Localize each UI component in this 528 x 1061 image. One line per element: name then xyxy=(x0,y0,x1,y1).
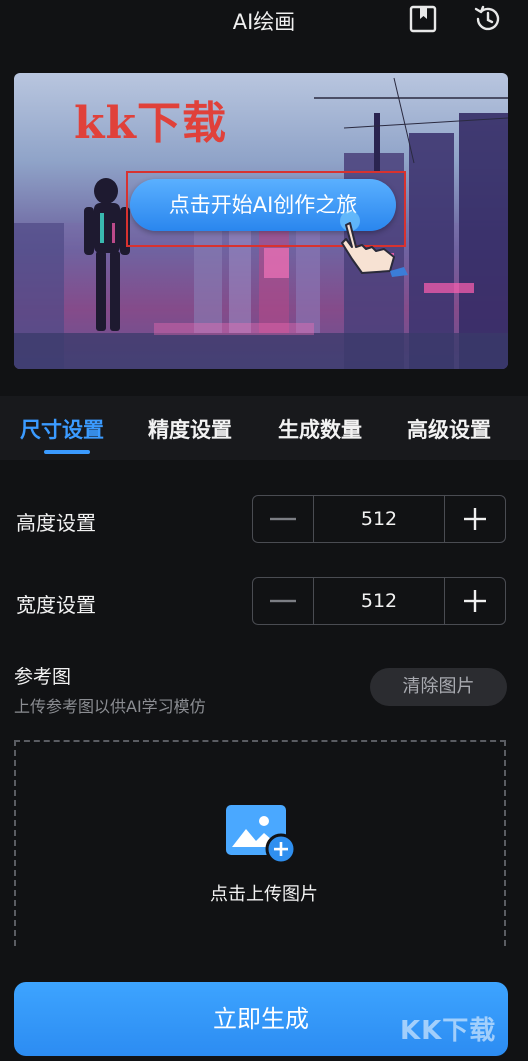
minus-icon xyxy=(270,599,296,603)
history-icon[interactable] xyxy=(472,3,504,35)
width-value[interactable]: 512 xyxy=(313,578,445,624)
height-stepper: 512 xyxy=(252,495,506,543)
tab-generation-count[interactable]: 生成数量 xyxy=(278,414,362,444)
width-stepper: 512 xyxy=(252,577,506,625)
settings-tabs: 尺寸设置 精度设置 生成数量 高级设置 xyxy=(0,396,528,460)
width-setting-label: 宽度设置 xyxy=(16,593,96,617)
top-bar: AI绘画 xyxy=(0,0,528,44)
bookmark-icon[interactable] xyxy=(408,4,438,34)
tab-advanced-settings[interactable]: 高级设置 xyxy=(407,414,491,444)
upload-image-label: 点击上传图片 xyxy=(210,884,318,905)
height-decrement-button[interactable] xyxy=(253,496,313,542)
kk-corner-watermark: KK下载 xyxy=(400,1016,497,1046)
reference-image-title: 参考图 xyxy=(14,666,72,688)
add-image-icon[interactable] xyxy=(224,803,298,865)
kk-watermark: kk下载 xyxy=(74,98,227,149)
width-increment-button[interactable] xyxy=(445,578,505,624)
width-decrement-button[interactable] xyxy=(253,578,313,624)
ai-art-banner[interactable]: kk下载 点击开始AI创作之旅 xyxy=(14,73,508,369)
height-increment-button[interactable] xyxy=(445,496,505,542)
plus-icon xyxy=(464,508,486,530)
reference-image-hint: 上传参考图以供AI学习模仿 xyxy=(14,697,206,716)
tab-precision-settings[interactable]: 精度设置 xyxy=(148,414,232,444)
tab-size-settings[interactable]: 尺寸设置 xyxy=(20,414,104,444)
clear-image-button[interactable]: 清除图片 xyxy=(370,668,507,706)
height-value[interactable]: 512 xyxy=(313,496,445,542)
plus-icon xyxy=(464,590,486,612)
minus-icon xyxy=(270,517,296,521)
pointing-hand-icon xyxy=(340,211,408,277)
active-tab-indicator xyxy=(44,450,90,454)
height-setting-label: 高度设置 xyxy=(16,511,96,535)
page-title: AI绘画 xyxy=(232,10,296,34)
